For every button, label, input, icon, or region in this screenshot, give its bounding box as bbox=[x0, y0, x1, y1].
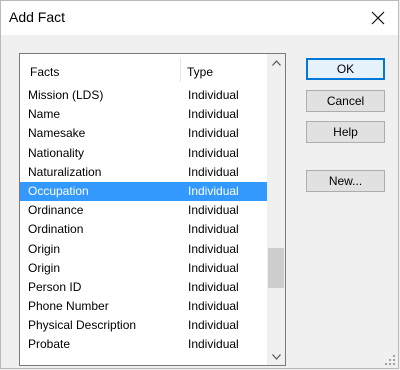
cancel-button[interactable]: Cancel bbox=[306, 90, 385, 112]
ok-button[interactable]: OK bbox=[306, 58, 385, 80]
close-icon-glyph bbox=[371, 11, 385, 25]
list-item[interactable]: Naturalization Individual bbox=[20, 163, 268, 182]
list-item[interactable]: Probate Individual bbox=[20, 335, 268, 354]
list-item[interactable]: Nationality Individual bbox=[20, 144, 268, 163]
fact-name: Naturalization bbox=[28, 164, 102, 179]
chevron-down-icon[interactable] bbox=[267, 348, 285, 365]
list-item[interactable]: Ordination Individual bbox=[20, 220, 268, 239]
help-button[interactable]: Help bbox=[306, 121, 385, 143]
fact-type: Individual bbox=[188, 279, 239, 294]
fact-type: Individual bbox=[188, 145, 239, 160]
fact-type: Individual bbox=[188, 318, 239, 333]
fact-type: Individual bbox=[188, 299, 239, 314]
fact-type: Individual bbox=[188, 260, 239, 275]
close-icon[interactable] bbox=[358, 1, 398, 35]
fact-type: Individual bbox=[188, 183, 239, 198]
list-item[interactable]: Origin Individual bbox=[20, 259, 268, 278]
list-item[interactable]: Physical Description Individual bbox=[20, 316, 268, 335]
fact-name: Occupation bbox=[28, 183, 89, 198]
list-item[interactable]: Name Individual bbox=[20, 105, 268, 124]
fact-type: Individual bbox=[188, 107, 239, 122]
fact-name: Phone Number bbox=[28, 299, 109, 314]
list-item[interactable]: Ordinance Individual bbox=[20, 201, 268, 220]
list-item[interactable]: Origin Individual bbox=[20, 240, 268, 259]
facts-list[interactable]: Facts Type Mission (LDS) Individual Name In… bbox=[19, 53, 286, 366]
fact-name: Mission (LDS) bbox=[28, 88, 104, 102]
column-header-type[interactable]: Type bbox=[187, 65, 213, 79]
new-button[interactable]: New... bbox=[306, 170, 385, 192]
title-bar: Add Fact bbox=[1, 1, 398, 35]
column-divider[interactable] bbox=[180, 58, 181, 82]
fact-name: Ordination bbox=[28, 222, 84, 237]
column-header-facts[interactable]: Facts bbox=[30, 65, 59, 79]
list-rows: Mission (LDS) Individual Name Individual Nam… bbox=[20, 86, 268, 355]
scrollbar-thumb[interactable] bbox=[268, 248, 284, 288]
fact-name: Origin bbox=[28, 241, 61, 256]
fact-name: Namesake bbox=[28, 126, 86, 141]
fact-type: Individual bbox=[188, 164, 239, 179]
list-item[interactable]: Namesake Individual bbox=[20, 124, 268, 143]
resize-grip-icon[interactable] bbox=[385, 355, 395, 365]
list-header: Facts Type bbox=[20, 54, 268, 86]
fact-name: Physical Description bbox=[28, 318, 137, 333]
fact-type: Individual bbox=[188, 203, 239, 218]
list-item[interactable]: Person ID Individual bbox=[20, 278, 268, 297]
fact-name: Person ID bbox=[28, 279, 82, 294]
fact-type: Individual bbox=[188, 337, 239, 352]
fact-name: Probate bbox=[28, 337, 71, 352]
fact-name: Ordinance bbox=[28, 203, 84, 218]
fact-name: Origin bbox=[28, 260, 61, 275]
list-item[interactable]: Occupation Individual bbox=[20, 181, 268, 202]
fact-name: Name bbox=[28, 107, 61, 122]
dialog-title: Add Fact bbox=[9, 9, 66, 25]
list-item[interactable]: Mission (LDS) Individual bbox=[20, 86, 268, 105]
chevron-up-icon[interactable] bbox=[267, 54, 285, 71]
fact-type: Individual bbox=[188, 241, 239, 256]
list-item[interactable]: Phone Number Individual bbox=[20, 297, 268, 316]
vertical-scrollbar[interactable] bbox=[267, 54, 285, 365]
fact-type: Individual bbox=[188, 88, 239, 102]
add-fact-dialog: Add Fact Facts Type Mission (LDS) Individ… bbox=[0, 0, 399, 369]
fact-type: Individual bbox=[188, 126, 239, 141]
fact-type: Individual bbox=[188, 222, 239, 237]
fact-name: Nationality bbox=[28, 145, 85, 160]
